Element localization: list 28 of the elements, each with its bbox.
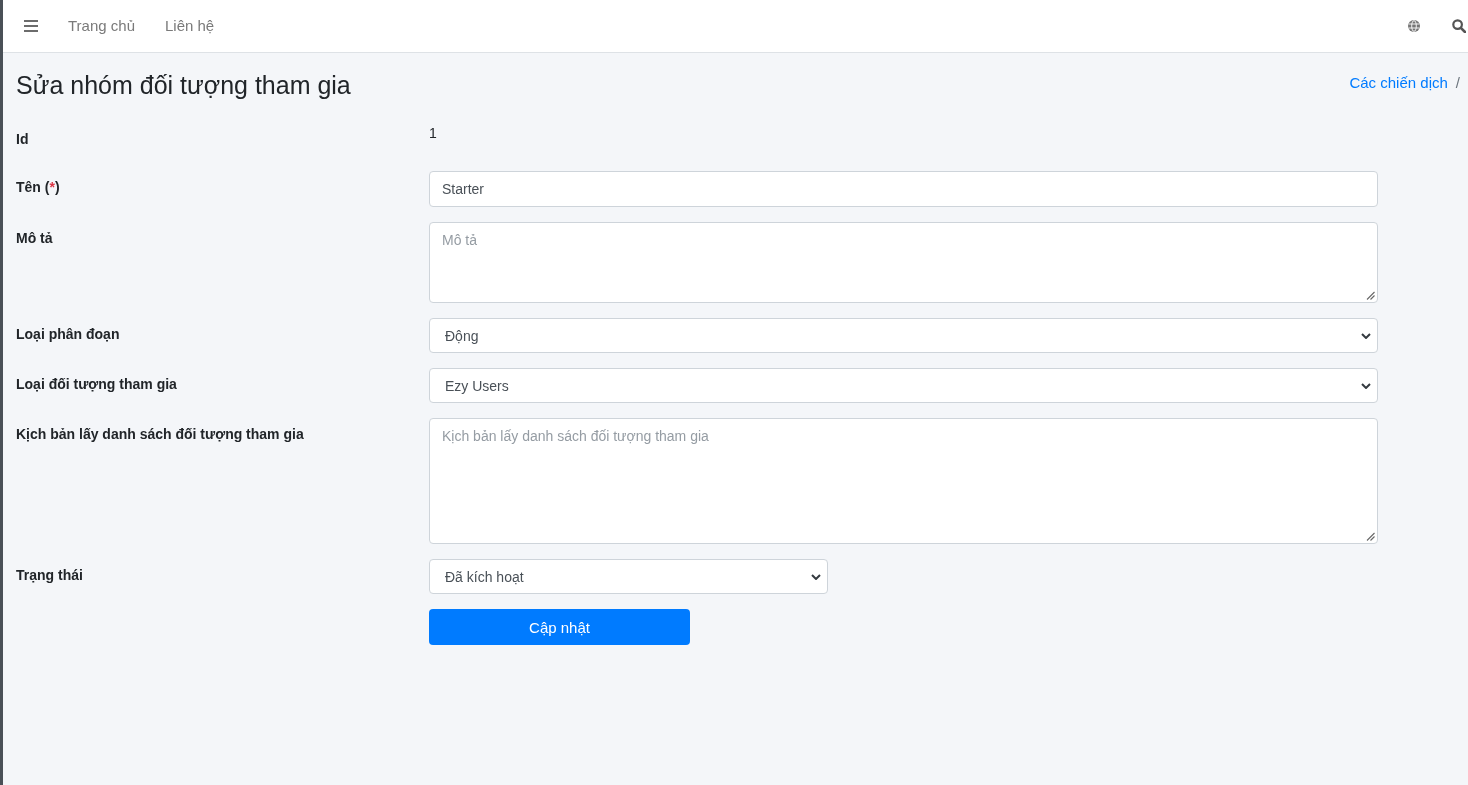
menu-icon[interactable]: [24, 20, 38, 32]
breadcrumb-link[interactable]: Các chiến dịch: [1349, 73, 1448, 93]
field-label: Loại phân đoạn: [16, 325, 120, 344]
chevron-down-icon: [1361, 332, 1371, 339]
globe-icon[interactable]: [1408, 20, 1420, 32]
breadcrumb-separator: /: [1455, 73, 1460, 93]
field-label: Tên (*): [16, 178, 60, 197]
select-dropdown[interactable]: Đã kích hoạt: [429, 559, 828, 594]
search-icon[interactable]: [1452, 19, 1466, 33]
text-input[interactable]: Starter: [429, 171, 1378, 207]
field-label: Trạng thái: [16, 566, 83, 585]
field-label: Id: [16, 130, 29, 149]
select-dropdown[interactable]: Ezy Users: [429, 368, 1378, 403]
chevron-down-icon: [1361, 382, 1371, 389]
select-dropdown[interactable]: Động: [429, 318, 1378, 353]
textarea-field[interactable]: Mô tả: [429, 222, 1378, 303]
field-label: Mô tả: [16, 229, 53, 248]
nav-link[interactable]: Trang chủ: [53, 16, 150, 36]
nav-link[interactable]: Liên hệ: [150, 16, 230, 36]
chevron-down-icon: [811, 573, 821, 580]
resize-grip-icon[interactable]: [1366, 291, 1375, 300]
field-value: 1: [429, 124, 437, 143]
update-button[interactable]: Cập nhật: [429, 609, 690, 645]
textarea-field[interactable]: Kịch bản lấy danh sách đối tượng tham gia: [429, 418, 1378, 544]
field-label: Loại đối tượng tham gia: [16, 375, 177, 394]
page-title: Sửa nhóm đối tượng tham gia: [16, 70, 351, 100]
field-label: Kịch bản lấy danh sách đối tượng tham gia: [16, 425, 304, 444]
resize-grip-icon[interactable]: [1366, 532, 1375, 541]
